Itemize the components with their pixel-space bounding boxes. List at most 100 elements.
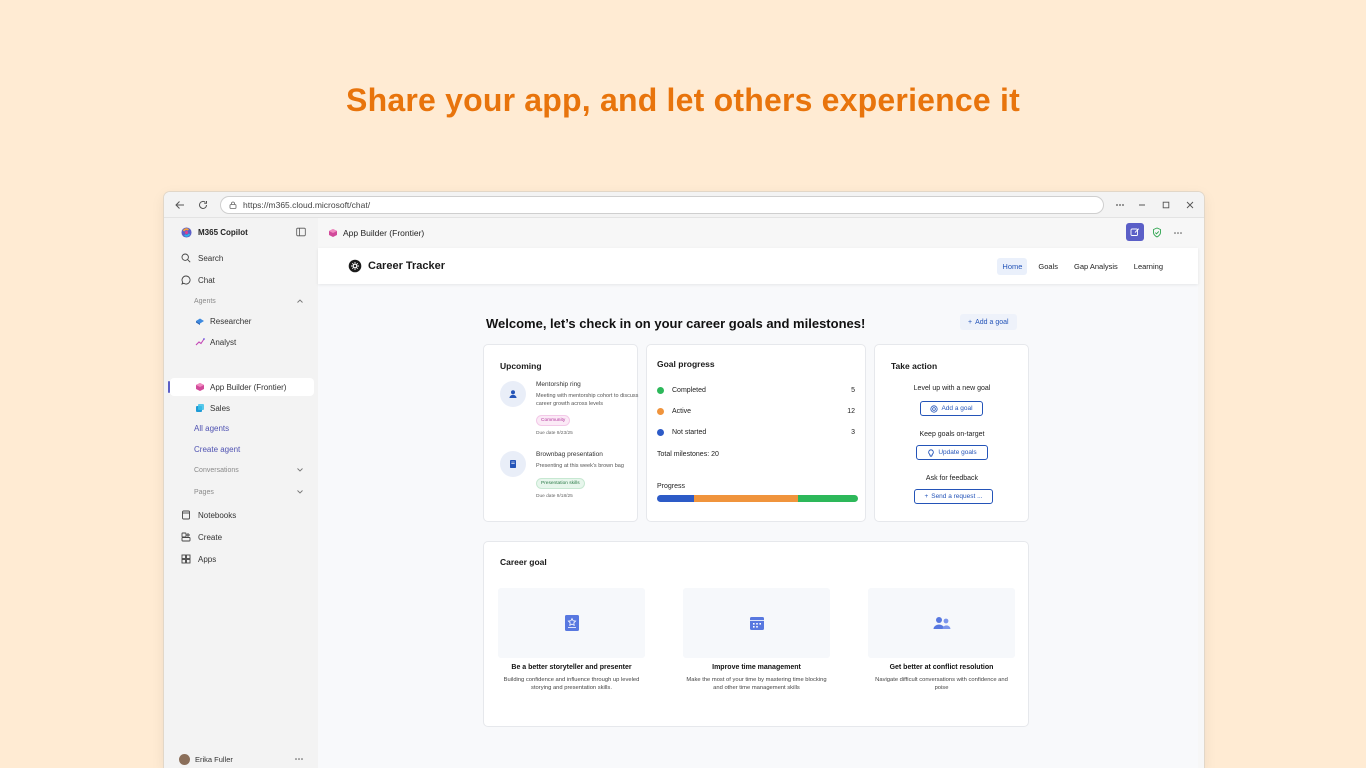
- chat-icon: [180, 274, 192, 286]
- tab-goals[interactable]: Goals: [1033, 258, 1063, 275]
- sidebar-item-analyst[interactable]: Analyst: [164, 333, 318, 351]
- item-title: Brownbag presentation: [536, 451, 603, 458]
- close-icon[interactable]: [1182, 197, 1198, 213]
- plus-icon: +: [924, 493, 929, 500]
- status-dot: [657, 428, 664, 436]
- card-title: Goal progress: [657, 359, 715, 369]
- calendar-icon: [749, 617, 764, 630]
- link-label: Create agent: [194, 444, 241, 454]
- card-title: Take action: [891, 361, 938, 371]
- search-icon: [180, 252, 192, 264]
- sidebar-item-chat[interactable]: Chat: [164, 271, 318, 289]
- sidebar-item-label: Notebooks: [198, 510, 237, 520]
- user-name: Erika Fuller: [195, 754, 233, 764]
- add-goal-action-button[interactable]: Add a goal: [920, 401, 983, 416]
- topbar-more-icon[interactable]: [1173, 231, 1183, 235]
- notebook-icon: [180, 509, 192, 521]
- add-goal-button[interactable]: + Add a goal: [960, 314, 1017, 330]
- list-item-body: Brownbag presentation Presenting at this…: [536, 451, 640, 499]
- progress-row-completed: Completed 5: [657, 384, 855, 396]
- welcome-heading: Welcome, let’s check in on your career g…: [486, 316, 866, 331]
- sales-icon: [194, 402, 205, 414]
- row-label: Completed: [672, 386, 706, 394]
- maximize-icon[interactable]: [1158, 197, 1174, 213]
- section-label: Conversations: [194, 466, 239, 474]
- sidebar-item-label: Researcher: [210, 316, 252, 326]
- button-label: Send a request ...: [931, 493, 983, 500]
- upcoming-card: Upcoming Mentorship ring Meeting with me…: [483, 344, 638, 522]
- send-request-button[interactable]: + Send a request ...: [914, 489, 993, 504]
- user-more-icon[interactable]: [294, 757, 304, 761]
- list-item[interactable]: Mentorship ring Meeting with mentorship …: [500, 381, 640, 441]
- chevron-up-icon: [296, 297, 304, 305]
- lock-icon: [229, 201, 237, 209]
- browser-more-icon[interactable]: [1112, 197, 1128, 213]
- back-icon[interactable]: [172, 197, 188, 213]
- minimize-icon[interactable]: [1134, 197, 1150, 213]
- collapse-sidebar-icon[interactable]: [296, 227, 306, 237]
- sidebar-item-sales[interactable]: Sales: [164, 399, 318, 417]
- progress-bar: [657, 495, 858, 502]
- sidebar-item-apps[interactable]: Apps: [164, 550, 318, 568]
- tab-gap-analysis[interactable]: Gap Analysis: [1069, 258, 1123, 275]
- main-area: App Builder (Frontier) Career Tracker Ho…: [318, 218, 1204, 768]
- card-title: Career goal: [500, 557, 547, 567]
- status-dot: [657, 407, 664, 415]
- button-label: Update goals: [938, 449, 977, 456]
- action-label: Ask for feedback: [925, 475, 979, 482]
- compose-icon: [1130, 228, 1140, 236]
- refresh-icon[interactable]: [195, 197, 211, 213]
- goal-title: Improve time management: [712, 664, 801, 671]
- list-item[interactable]: Brownbag presentation Presenting at this…: [500, 451, 640, 501]
- sidebar-item-app-builder[interactable]: App Builder (Frontier): [170, 378, 314, 396]
- browser-toolbar: https://m365.cloud.microsoft/chat/: [164, 192, 1204, 218]
- book-icon: [500, 451, 526, 477]
- progress-segment: [657, 495, 695, 502]
- sidebar-item-create[interactable]: Create: [164, 528, 318, 546]
- action-label: Level up with a new goal: [913, 385, 991, 392]
- total-milestones: Total milestones: 20: [657, 451, 719, 458]
- goal-tile-time-management[interactable]: [683, 588, 830, 658]
- goal-tile-conflict-resolution[interactable]: [868, 588, 1015, 658]
- create-agent-link[interactable]: Create agent: [164, 440, 318, 458]
- app-name: M365 Copilot: [198, 227, 248, 237]
- career-goal-card: Career goal Be a better storyteller and …: [483, 541, 1029, 727]
- update-goals-button[interactable]: Update goals: [916, 445, 988, 460]
- sidebar-header: M365 Copilot: [164, 223, 318, 241]
- row-label: Not started: [672, 428, 707, 436]
- goal-tile-storyteller[interactable]: [498, 588, 645, 658]
- progress-label: Progress: [657, 483, 686, 490]
- url-text: https://m365.cloud.microsoft/chat/: [243, 200, 371, 210]
- page-headline: Share your app, and let others experienc…: [346, 82, 1020, 118]
- due-date: Due date 9/23/25: [536, 431, 573, 436]
- progress-row-active: Active 12: [657, 405, 855, 417]
- sidebar-item-label: Apps: [198, 554, 217, 564]
- tab-learning[interactable]: Learning: [1129, 258, 1168, 275]
- career-tracker-logo-icon: [348, 259, 362, 273]
- list-item-body: Mentorship ring Meeting with mentorship …: [536, 381, 640, 436]
- status-dot: [657, 386, 664, 394]
- sidebar-item-notebooks[interactable]: Notebooks: [164, 506, 318, 524]
- sidebar-item-search[interactable]: Search: [164, 249, 318, 267]
- all-agents-link[interactable]: All agents: [164, 419, 318, 437]
- star-book-icon: [564, 615, 579, 631]
- address-bar[interactable]: https://m365.cloud.microsoft/chat/: [220, 196, 1104, 214]
- user-profile[interactable]: Erika Fuller: [164, 750, 318, 768]
- brand: Career Tracker: [348, 259, 445, 273]
- new-chat-button[interactable]: [1126, 223, 1144, 241]
- section-label: Agents: [194, 297, 216, 305]
- sidebar-section-agents[interactable]: Agents: [164, 292, 318, 310]
- goal-title: Get better at conflict resolution: [889, 664, 994, 671]
- row-label: Active: [672, 407, 692, 415]
- create-icon: [180, 531, 192, 543]
- shield-check-icon[interactable]: [1152, 227, 1162, 238]
- target-icon: [930, 404, 939, 413]
- sidebar-section-pages[interactable]: Pages: [164, 483, 318, 501]
- sidebar-item-researcher[interactable]: Researcher: [164, 312, 318, 330]
- goal-progress-card: Goal progress Completed 5 Active 12 Not …: [646, 344, 866, 522]
- tab-home[interactable]: Home: [997, 258, 1028, 275]
- sidebar-item-label: Search: [198, 253, 224, 263]
- sidebar-section-conversations[interactable]: Conversations: [164, 461, 318, 479]
- goal-title: Be a better storyteller and presenter: [511, 664, 632, 671]
- goal-desc: Building confidence and influence throug…: [503, 677, 640, 691]
